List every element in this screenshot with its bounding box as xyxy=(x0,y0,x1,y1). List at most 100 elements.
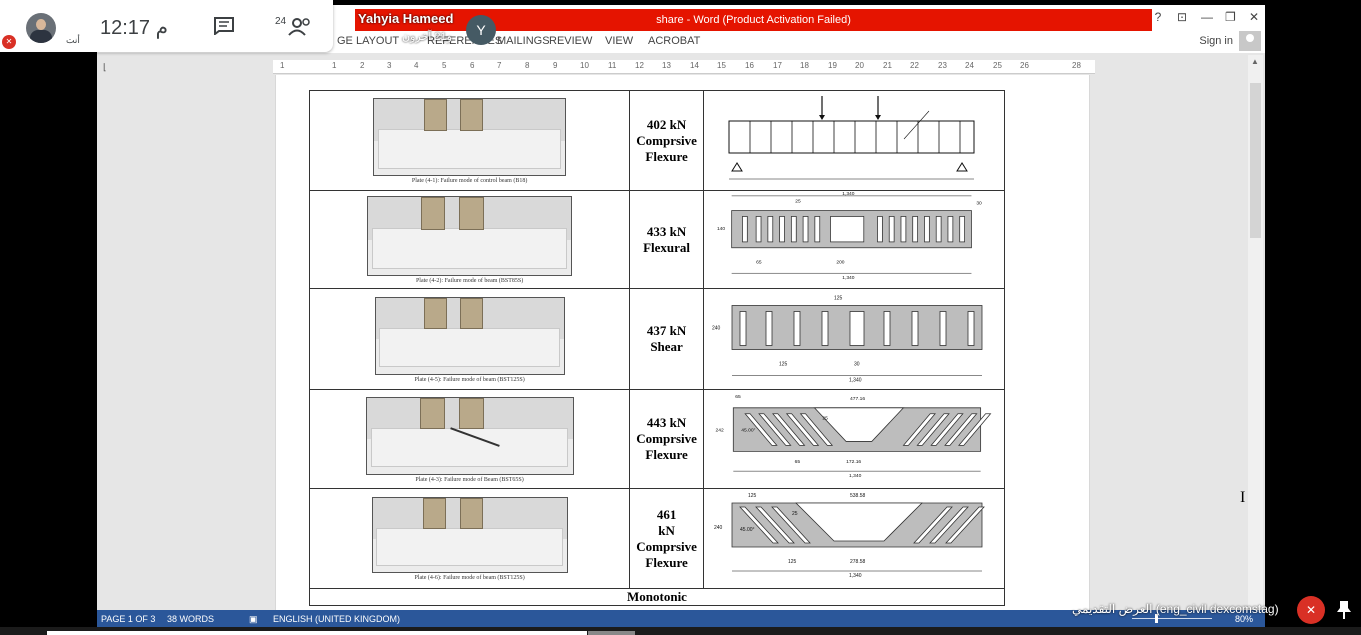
photo-cell: Plate (4-6): Failure mode of beam (BST12… xyxy=(308,488,631,589)
table-row: Plate (4-3): Failure mode of Beam (BST65… xyxy=(308,389,1006,489)
ruler-number: 15 xyxy=(717,61,726,70)
dimension-label: 538.58 xyxy=(850,493,866,499)
table-row: Plate (4-5): Failure mode of beam (BST12… xyxy=(308,288,1006,390)
result-cell: 437 kN Shear xyxy=(629,288,704,390)
vertical-scrollbar[interactable]: ▲ xyxy=(1248,55,1263,611)
word-window: share - Word (Product Activation Failed)… xyxy=(97,5,1265,627)
dimension-label: 45.00° xyxy=(740,527,755,533)
table-row: Plate (4-2): Failure mode of beam (BST85… xyxy=(308,190,1006,289)
failure-mode: Comprsive xyxy=(636,431,697,446)
proofing-icon[interactable]: ▣ xyxy=(249,614,258,625)
ruler-number: 22 xyxy=(910,61,919,70)
beam-photo xyxy=(371,497,568,573)
dimension-label: 200 xyxy=(836,259,844,265)
tab-acrobat[interactable]: ACROBAT xyxy=(648,35,700,47)
photo-caption: Plate (4-5): Failure mode of beam (BST12… xyxy=(414,376,525,383)
failure-mode-2: Flexure xyxy=(645,148,688,164)
dimension-label: 25 xyxy=(795,199,801,205)
dimension-label: 65 xyxy=(735,394,741,400)
dimension-label: 125 xyxy=(834,296,843,302)
mic-off-icon[interactable]: ✕ xyxy=(2,35,16,49)
ruler-number: 2 xyxy=(360,61,365,70)
restore-icon[interactable]: ❐ xyxy=(1225,10,1236,24)
drawing-cell: 1,340 25 30 65 200 140 1,340 xyxy=(702,190,1006,289)
beam-drawing: 125 538.58 25 240 45.00° 125 278.58 1,340 xyxy=(714,493,985,579)
ruler-number: 21 xyxy=(883,61,892,70)
presenter-avatar: Y xyxy=(466,15,496,45)
ruler-number: 1 xyxy=(280,61,285,70)
screen: share - Word (Product Activation Failed)… xyxy=(0,0,1361,635)
table-row: Plate (4-6): Failure mode of beam (BST12… xyxy=(308,488,1006,589)
ruler-number: 10 xyxy=(580,61,589,70)
ruler-number: 4 xyxy=(414,61,419,70)
ruler-number: 23 xyxy=(938,61,947,70)
tab-mailings[interactable]: MAILINGS xyxy=(497,35,550,47)
dimension-label: 125 xyxy=(779,362,788,368)
chat-icon[interactable] xyxy=(213,17,235,35)
beam-drawing: 65 477.16 25 242 45.00° 65 172.16 1,340 xyxy=(715,394,992,479)
photo-cell: Plate (4-5): Failure mode of beam (BST12… xyxy=(308,288,631,390)
dimension-label: 240 xyxy=(714,525,723,531)
photo-cell: Plate (4-3): Failure mode of Beam (BST65… xyxy=(308,389,631,489)
ruler-number: 18 xyxy=(800,61,809,70)
account-icon[interactable] xyxy=(1239,31,1261,51)
help-icon[interactable]: ? xyxy=(1153,10,1163,24)
beam-drawing: 125 240 125 30 1,340 xyxy=(712,296,983,384)
tab-review[interactable]: REVIEW xyxy=(549,35,592,47)
tab-view[interactable]: VIEW xyxy=(605,35,633,47)
photo-caption: Plate (4-2): Failure mode of beam (BST85… xyxy=(415,278,524,284)
taskbar-strip xyxy=(0,627,1361,635)
dimension-label: 1,340 xyxy=(849,378,862,384)
table-footer-row: Monotonic xyxy=(309,588,1005,606)
tab-page-layout[interactable]: GE LAYOUT xyxy=(337,35,399,47)
load-value: 443 kN xyxy=(646,415,687,430)
ruler-number: 26 xyxy=(1020,61,1029,70)
text-cursor-icon: I xyxy=(1240,489,1246,506)
ruler-number: 19 xyxy=(828,61,837,70)
ruler-number: 9 xyxy=(553,61,558,70)
dimension-label: 30 xyxy=(854,362,860,368)
failure-mode-2: Flexure xyxy=(645,447,688,462)
ruler-number: 24 xyxy=(965,61,974,70)
ribbon-display-icon[interactable]: ⊡ xyxy=(1177,10,1187,24)
language-status[interactable]: ENGLISH (UNITED KINGDOM) xyxy=(273,614,400,624)
page-count[interactable]: PAGE 1 OF 3 xyxy=(101,614,155,624)
ruler-number: 12 xyxy=(635,61,644,70)
dimension-label: 125 xyxy=(748,493,757,499)
dimension-label: 172.16 xyxy=(846,459,861,465)
photo-caption: Plate (4-3): Failure mode of Beam (BST65… xyxy=(415,476,524,483)
dimension-label: 25 xyxy=(792,511,798,517)
dimension-label: 1,340 xyxy=(842,191,854,197)
scroll-thumb[interactable] xyxy=(1250,83,1261,238)
beam-photo xyxy=(374,296,565,375)
sign-in-link[interactable]: Sign in xyxy=(1199,35,1233,47)
minimize-icon[interactable]: — xyxy=(1201,10,1213,24)
close-icon[interactable]: ✕ xyxy=(1249,10,1259,24)
mic-off-icon[interactable]: ✕ xyxy=(1297,596,1325,624)
beam-drawing xyxy=(728,96,975,180)
dimension-label: 25 xyxy=(822,416,828,422)
ruler-number: 6 xyxy=(470,61,475,70)
failure-mode: Comprsive xyxy=(636,132,697,148)
dimension-label: 45.00° xyxy=(741,428,755,434)
dimension-label: 30 xyxy=(976,201,982,207)
result-cell: 433 kN Flexural xyxy=(629,190,704,289)
pin-icon[interactable] xyxy=(1336,600,1352,620)
zoom-slider[interactable] xyxy=(1132,618,1212,619)
beam-drawing: 1,340 25 30 65 200 140 1,340 xyxy=(717,191,982,281)
result-cell: 402 kN Comprsive Flexure xyxy=(629,90,704,191)
word-count[interactable]: 38 WORDS xyxy=(167,614,214,624)
dimension-label: 477.16 xyxy=(850,396,865,402)
dimension-label: 1,340 xyxy=(849,473,862,479)
scroll-up-icon[interactable]: ▲ xyxy=(1251,57,1259,66)
tab-selector-icon[interactable]: ⌊ xyxy=(103,62,107,73)
people-icon[interactable]: 24 xyxy=(275,14,311,38)
ruler-number: 5 xyxy=(442,61,447,70)
failure-mode: Shear xyxy=(650,339,683,354)
self-avatar xyxy=(26,13,56,43)
result-cell: 461 kN Comprsive Flexure xyxy=(629,488,704,589)
drawing-cell: 125 240 125 30 1,340 xyxy=(702,288,1006,390)
dimension-label: 125 xyxy=(788,559,797,565)
window-controls: ? ⊡ — ❐ ✕ xyxy=(1153,10,1259,24)
horizontal-ruler[interactable]: 1 1 2 3 4 5 6 7 8 9 10 11 12 13 14 15 16 17 18 19 20 21 22 23 24… xyxy=(273,60,1095,74)
